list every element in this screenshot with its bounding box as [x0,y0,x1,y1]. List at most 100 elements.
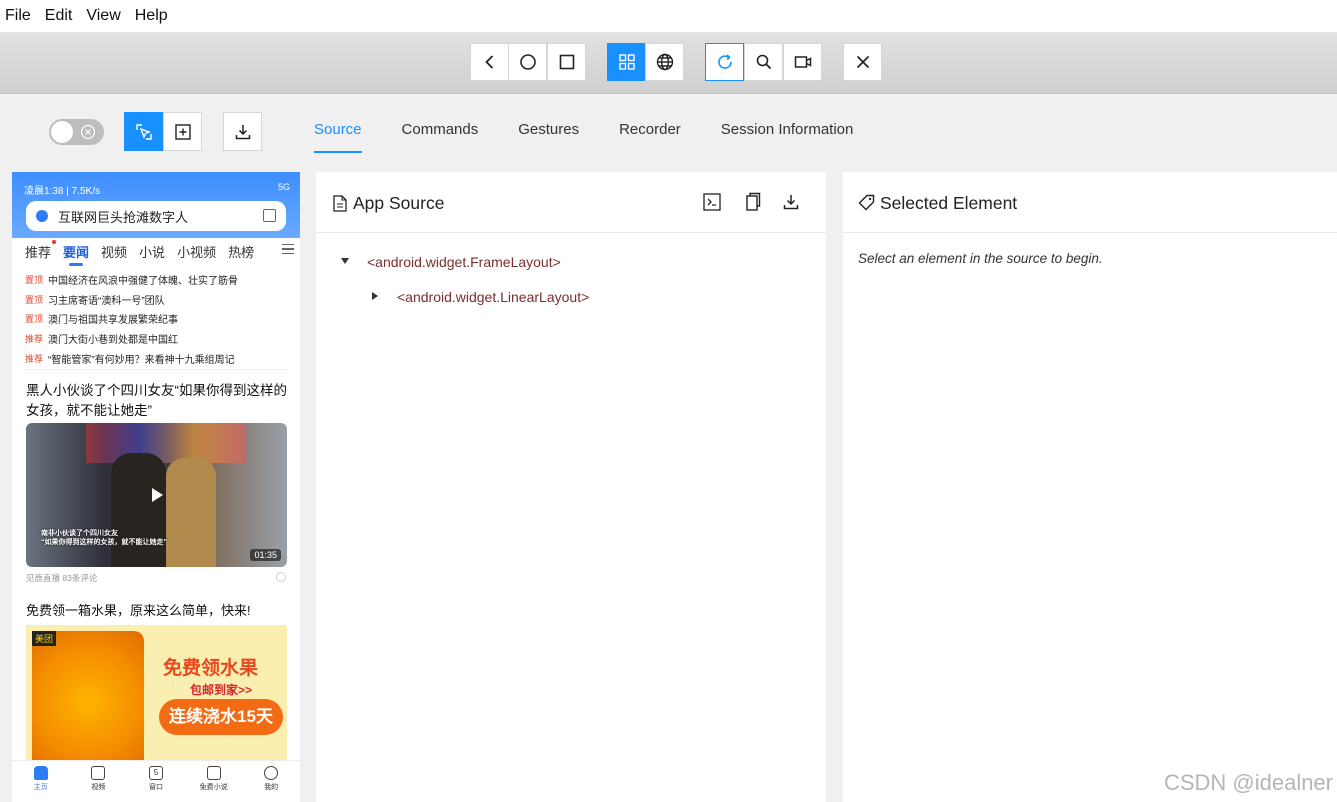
article-title[interactable]: 黑人小伙谈了个四川女友“如果你得到这样的女孩，就不能让她走” [26,381,288,421]
status-bar-right: 5G [277,182,290,192]
tree-node-framelayout[interactable]: <android.widget.FrameLayout> [367,254,561,270]
tree-node-linearlayout[interactable]: <android.widget.LinearLayout> [397,289,589,305]
list-item[interactable]: 置顶 澳门与祖国共享发展繁荣纪事 [25,309,290,329]
phone-search-text: 互联网巨头抢滩数字人 [58,209,189,225]
back-button[interactable] [470,43,509,81]
download-screenshot-button[interactable] [223,112,262,151]
refresh-button[interactable] [705,43,744,81]
file-icon [333,195,347,212]
download-icon [235,124,250,139]
video-figure [166,458,216,567]
nav-profile[interactable]: 我的 [251,761,291,802]
grid-icon [618,54,635,70]
selected-element-header: Selected Element [843,172,1337,233]
selected-element-panel: Selected Element Select an element in th… [843,172,1337,802]
record-button[interactable] [783,43,822,81]
phone-tab-short-video[interactable]: 小视频 [177,242,216,262]
device-screenshot[interactable]: 凌晨1:38 | 7.5K/s 5G 互联网巨头抢滩数字人 推荐 要闻 视频 小… [12,172,300,802]
ad-cta: 连续浇水15天 [159,699,283,735]
dismiss-icon[interactable] [276,572,286,582]
inspector-tabs: Source Commands Gestures Recorder Sessio… [314,115,893,155]
back-icon [484,55,493,69]
video-icon [794,56,811,68]
tag-icon [858,194,875,211]
tab-session-information[interactable]: Session Information [721,115,854,153]
video-thumbnail[interactable]: 南非小伙谈了个四川女友 “如果你得到这样的女孩，就不能让她走” 01:35 [26,423,287,567]
square-icon [559,54,574,70]
phone-header: 凌晨1:38 | 7.5K/s 5G 互联网巨头抢滩数字人 [12,172,300,238]
window-icon: 5 [148,766,163,780]
phone-tab-hot[interactable]: 热榜 [228,242,254,262]
phone-tab-novel[interactable]: 小说 [139,242,165,262]
phone-search-box[interactable]: 互联网巨头抢滩数字人 [26,201,286,231]
phone-tab-news[interactable]: 要闻 [63,242,89,266]
phone-tab-video[interactable]: 视频 [101,242,127,262]
article-meta: 见鹿直播 83条评论 [26,573,98,583]
quit-session-button[interactable] [843,43,882,81]
list-item[interactable]: 推荐 “智能管家”有何妙用？来看神十九乘组周记 [25,348,290,368]
toggle-off-icon [80,124,96,140]
video-background [86,423,246,463]
phone-nav-tabs: 推荐 要闻 视频 小说 小视频 热榜 [25,240,295,266]
menu-edit[interactable]: Edit [44,7,81,25]
plus-square-icon [174,123,191,140]
headline-list: 置顶 中国经济在风浪中强健了体魄、壮实了筋骨 置顶 习主席寄语“澳科一号”团队 置顶… [25,270,290,368]
orange-image [32,631,144,760]
close-icon [856,55,869,69]
expand-caret-icon[interactable] [341,258,349,264]
play-icon [91,766,106,780]
copy-icon[interactable] [741,191,763,213]
ad-banner[interactable]: 美团 免费领水果 包邮到家>> 连续浇水15天 [26,625,287,760]
ad-title[interactable]: 免费领一箱水果，原来这么简单，快来! [26,600,251,619]
nav-home[interactable]: 主页 [21,761,61,802]
select-elements-button[interactable] [124,112,163,151]
home-icon [33,766,48,780]
tap-coordinates-button[interactable] [163,112,202,151]
video-caption: 南非小伙谈了个四川女友 “如果你得到这样的女孩，就不能让她走” [41,530,167,546]
video-figure [111,453,166,567]
list-item[interactable]: 置顶 中国经济在风浪中强健了体魄、壮实了筋骨 [25,270,290,290]
scan-icon[interactable] [263,209,276,222]
nav-video[interactable]: 视频 [78,761,118,802]
menu-bar: File Edit View Help [0,0,1337,32]
menu-help[interactable]: Help [134,7,176,25]
divider [25,369,287,370]
menu-view[interactable]: View [85,7,128,25]
toolbar [0,32,1337,94]
app-source-header: App Source [316,172,826,233]
baidu-paw-icon [36,210,48,222]
web-mode-button[interactable] [645,43,684,81]
list-item[interactable]: 推荐 澳门大街小巷到处都是中国红 [25,329,290,349]
native-mode-button[interactable] [607,43,646,81]
search-button[interactable] [744,43,783,81]
nav-free-novel[interactable]: 免费小说 [194,761,234,802]
phone-tab-recommend[interactable]: 推荐 [25,240,57,262]
ad-headline: 免费领水果 [163,658,259,679]
tab-commands[interactable]: Commands [402,115,479,153]
list-item[interactable]: 置顶 习主席寄语“澳科一号”团队 [25,290,290,310]
terminal-icon[interactable] [701,191,723,213]
nav-window[interactable]: 5 窗口 [136,761,176,802]
home-button[interactable] [508,43,547,81]
tab-source[interactable]: Source [314,115,362,153]
home-circle-icon [519,54,536,70]
app-switch-button[interactable] [547,43,586,81]
selected-element-title: Selected Element [880,193,1018,213]
play-icon [152,488,163,502]
phone-bottom-nav: 主页 视频 5 窗口 免费小说 我的 [12,760,300,802]
download-icon[interactable] [780,191,802,213]
tab-gestures[interactable]: Gestures [518,115,579,153]
app-source-panel: App Source <android.widget.FrameLayout> … [316,172,826,802]
mode-toggle[interactable] [49,119,104,145]
red-dot-badge [52,240,57,244]
collapse-caret-icon[interactable] [372,292,378,300]
user-icon [264,766,279,780]
ad-brand: 美团 [32,631,57,646]
refresh-icon [717,54,732,69]
video-duration: 01:35 [250,549,281,561]
menu-icon[interactable] [282,244,294,254]
selected-element-hint: Select an element in the source to begin… [858,251,1103,266]
menu-file[interactable]: File [4,7,39,25]
status-bar-left: 凌晨1:38 | 7.5K/s [24,186,100,197]
tab-recorder[interactable]: Recorder [619,115,681,153]
